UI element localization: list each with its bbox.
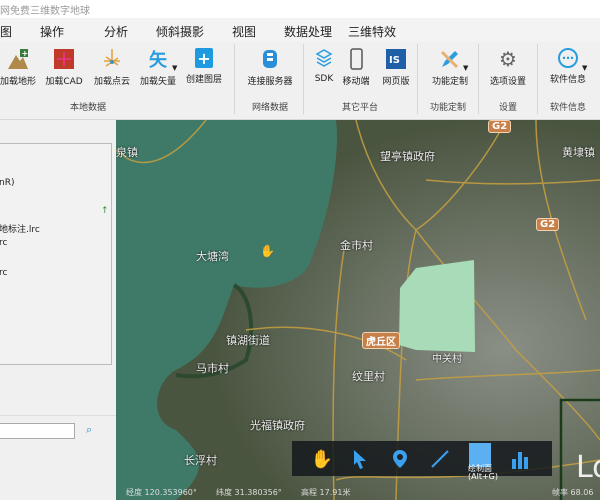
cad-icon bbox=[53, 48, 75, 70]
menu-analysis[interactable]: 分析 bbox=[104, 23, 128, 40]
measure-chart-icon[interactable] bbox=[508, 447, 532, 471]
district-badge: 虎丘区 bbox=[362, 332, 400, 349]
tree-item[interactable]: rc bbox=[0, 268, 7, 278]
tooltip: 绘制面 (Alt+G) bbox=[468, 464, 498, 481]
map-label: 光福镇政府 bbox=[250, 419, 305, 432]
tree-item[interactable]: 地标注.lrc bbox=[0, 222, 40, 235]
layer-tree[interactable]: nR) 地标注.lrc rc rc ↑ bbox=[0, 143, 112, 365]
map-label: 大塘湾 bbox=[196, 250, 229, 263]
terrain-icon: + bbox=[7, 48, 29, 70]
group-network-data: 网络数据 bbox=[251, 103, 289, 113]
mobile-icon bbox=[345, 48, 367, 70]
info-dropdown-caret[interactable]: ▼ bbox=[582, 64, 587, 72]
ribbon-separator bbox=[417, 44, 418, 114]
tree-item[interactable]: nR) bbox=[0, 178, 14, 188]
map-label: 长浮村 bbox=[184, 454, 217, 467]
create-layer-button[interactable]: + 创建图层 bbox=[181, 48, 227, 85]
longitude: 经度 120.353960° bbox=[126, 488, 197, 497]
menu-oblique[interactable]: 倾斜摄影 bbox=[156, 23, 204, 40]
search-input[interactable] bbox=[0, 423, 75, 439]
vector-dropdown-caret[interactable]: ▼ bbox=[172, 64, 177, 72]
options-settings-button[interactable]: ⚙ 选项设置 bbox=[485, 47, 531, 87]
map-label: 黄埭镇 bbox=[562, 146, 595, 159]
map-label: 中关村 bbox=[432, 354, 462, 365]
ribbon-separator bbox=[537, 44, 538, 114]
ribbon-separator bbox=[478, 44, 479, 114]
tree-item[interactable]: rc bbox=[0, 238, 7, 248]
latitude: 纬度 31.380356° bbox=[216, 488, 282, 497]
group-settings: 设置 bbox=[498, 103, 518, 113]
map-label: 镇湖街道 bbox=[226, 334, 270, 347]
load-terrain-button[interactable]: + 加载地形 bbox=[0, 48, 41, 87]
map-label: 金市村 bbox=[340, 239, 373, 252]
draw-line-icon[interactable] bbox=[428, 447, 452, 471]
marker-pin-icon[interactable] bbox=[388, 447, 412, 471]
ribbon-separator bbox=[234, 44, 235, 114]
gear-icon: ⚙ bbox=[499, 47, 517, 71]
group-local-data: 本地数据 bbox=[69, 103, 107, 113]
group-software-info: 软件信息 bbox=[549, 103, 587, 113]
create-layer-icon: + bbox=[195, 48, 213, 68]
web-icon: IS bbox=[385, 48, 407, 70]
map-label: 泉镇 bbox=[116, 146, 138, 159]
menu-bar: 图 操作 分析 倾斜摄影 视图 数据处理 三维特效 bbox=[0, 18, 600, 42]
vector-icon: 矢 bbox=[149, 50, 167, 71]
hand-cursor-icon: ✋ bbox=[260, 244, 275, 258]
frame-rate: 帧率 68.06 bbox=[552, 488, 594, 497]
map-label: 望亭镇政府 bbox=[380, 150, 435, 163]
load-point-cloud-button[interactable]: 加载点云 bbox=[89, 48, 135, 87]
pan-hand-icon[interactable]: ✋ bbox=[310, 447, 334, 471]
map-label: 马市村 bbox=[196, 362, 229, 375]
load-cad-button[interactable]: 加载CAD bbox=[41, 48, 87, 87]
svg-text:IS: IS bbox=[389, 55, 400, 66]
menu-operate[interactable]: 操作 bbox=[40, 23, 64, 40]
info-icon: ⋯ bbox=[558, 48, 578, 68]
select-arrow-icon[interactable] bbox=[348, 447, 372, 471]
altitude: 高程 17.91米 bbox=[301, 488, 351, 497]
svg-text:+: + bbox=[22, 49, 29, 58]
menu-3d-effects[interactable]: 三维特效 bbox=[348, 23, 396, 40]
search-icon[interactable]: ⌕ bbox=[86, 423, 92, 437]
connect-server-button[interactable]: 连接服务器 bbox=[247, 48, 293, 87]
point-cloud-icon bbox=[101, 48, 123, 70]
pencil-icon bbox=[439, 48, 461, 70]
sdk-icon bbox=[313, 48, 335, 70]
overlay-text: Lo bbox=[576, 450, 600, 485]
highway-badge: G2 bbox=[488, 120, 512, 133]
layer-panel: nR) 地标注.lrc rc rc ↑ ⌕ bbox=[0, 120, 116, 500]
menu-map[interactable]: 图 bbox=[0, 23, 12, 40]
menu-view[interactable]: 视图 bbox=[232, 23, 256, 40]
ribbon: + 加载地形 加载CAD 加载点云 矢 加载矢量 ▼ + 创建图层 连接服务器 … bbox=[0, 42, 600, 120]
pin-icon[interactable]: ↑ bbox=[101, 206, 109, 216]
status-bar: 经度 120.353960° 纬度 31.380356° 高程 17.91米 帧… bbox=[116, 484, 600, 500]
menu-data-processing[interactable]: 数据处理 bbox=[284, 23, 332, 40]
group-other-platforms: 其它平台 bbox=[341, 103, 379, 113]
web-version-button[interactable]: IS 网页版 bbox=[373, 48, 419, 87]
group-function-custom: 功能定制 bbox=[429, 103, 467, 113]
map-label: 纹里村 bbox=[352, 370, 385, 383]
highway-badge: G2 bbox=[536, 218, 560, 231]
divider bbox=[0, 415, 116, 416]
app-title: 网免费三维数字地球 bbox=[0, 6, 90, 17]
server-icon bbox=[259, 48, 281, 70]
map-toolbar: ✋ 绘制面 (Alt+G) bbox=[292, 441, 552, 481]
title-bar: 网免费三维数字地球 bbox=[0, 0, 600, 18]
function-dropdown-caret[interactable]: ▼ bbox=[463, 64, 468, 72]
